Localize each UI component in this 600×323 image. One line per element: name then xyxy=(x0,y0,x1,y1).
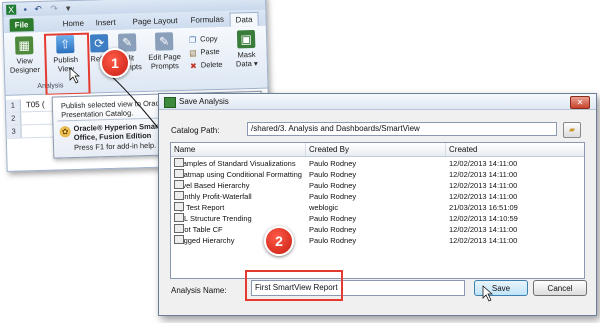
screenshot-stage: X ▪ ↶ ↷ ▾ File Home Insert Page Layout F… xyxy=(0,0,600,323)
step-marker-1: 1 xyxy=(100,48,130,78)
save-cursor xyxy=(482,285,493,302)
mouse-cursor-icon xyxy=(482,285,493,302)
step-marker-2: 2 xyxy=(264,226,294,256)
